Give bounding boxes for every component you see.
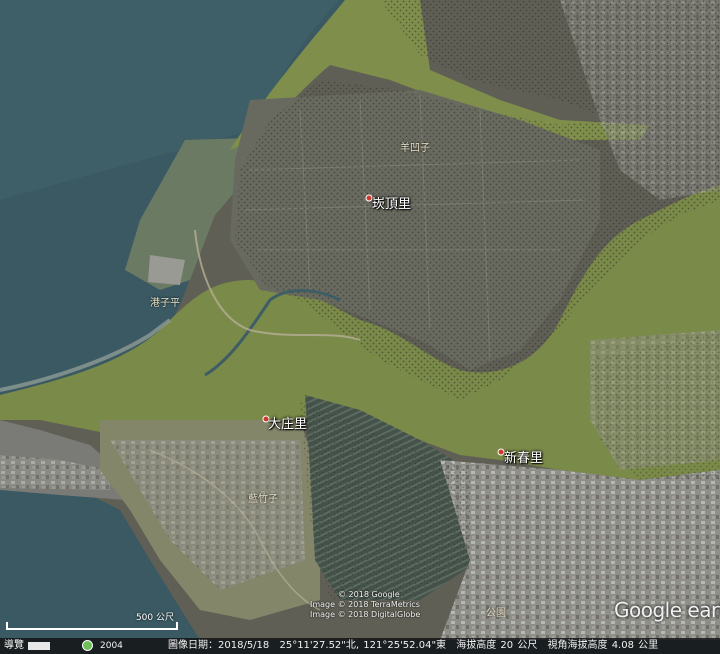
cursor-coordinates: 25°11'27.52"北, 121°25'52.04"東: [279, 640, 447, 651]
status-info: 圖像日期：2018/5/18 25°11'27.52"北, 121°25'52.…: [168, 638, 664, 654]
imagery-credits: © 2018 Google Image © 2018 TerraMetrics …: [300, 590, 420, 620]
map-label-yangliao: 羊凹子: [400, 143, 430, 154]
place-label-dazhuang[interactable]: 大庄里: [268, 413, 307, 432]
scale-ruler: [6, 622, 178, 630]
credit-line: Image © 2018 DigitalGlobe: [310, 610, 421, 619]
map-view[interactable]: 崁頂里 大庄里 新春里 羊凹子 港子平 藍竹子 公園 © 2018 Google…: [0, 0, 720, 654]
imagery-year: 2004: [100, 641, 123, 651]
place-label-kengding[interactable]: 崁頂里: [372, 193, 411, 212]
scale-bar: 500 公尺: [6, 612, 178, 632]
status-bar: 導覽 2004 圖像日期：2018/5/18 25°11'27.52"北, 12…: [0, 638, 720, 654]
map-label-lanzhu: 藍竹子: [248, 494, 278, 505]
credit-line: © 2018 Google: [338, 590, 400, 599]
credit-line: Image © 2018 TerraMetrics: [310, 600, 420, 609]
google-earth-logo: Google earth: [614, 598, 720, 622]
map-label-park: 公園: [486, 608, 506, 619]
eye-altitude: 視角海拔高度 4.08 公里: [547, 640, 659, 651]
historical-imagery-icon[interactable]: [82, 640, 93, 651]
place-label-xinchun[interactable]: 新春里: [504, 447, 543, 466]
tour-slider-icon[interactable]: [28, 642, 50, 650]
map-label-gangzi: 港子平: [150, 298, 180, 309]
satellite-imagery: [0, 0, 720, 654]
elevation: 海拔高度 20 公尺: [456, 640, 538, 651]
imagery-date: 圖像日期：2018/5/18: [168, 640, 270, 651]
tour-button[interactable]: 導覽: [4, 638, 24, 654]
